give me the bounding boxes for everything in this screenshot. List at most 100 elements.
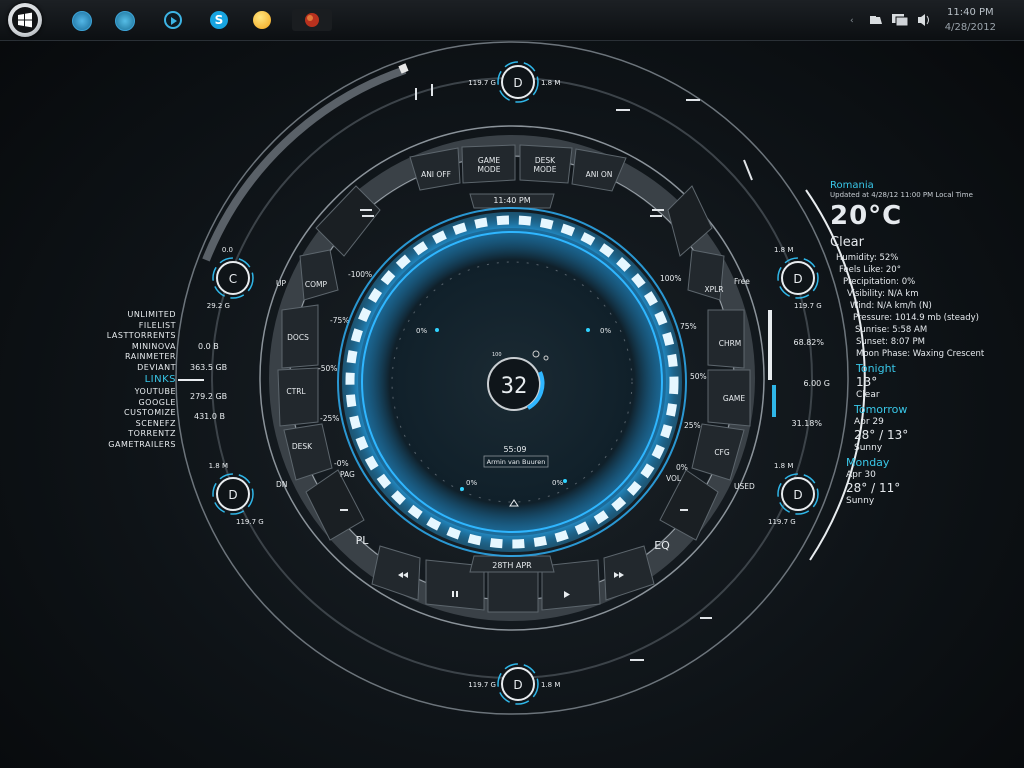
vol-label: VOL [666,474,682,483]
drive-c-top: 0.0 [222,246,233,254]
cfg-button[interactable]: CFG [714,448,730,457]
drive-c-bottom: 29.2 G [207,302,230,310]
drive-right-top[interactable]: D 1.8 M 119.7 G [774,246,822,310]
start-button[interactable] [8,3,42,37]
scale-left-75: -75% [330,316,349,325]
link-scenefz[interactable]: SCENEFZ [98,419,176,430]
weather-visibility: Visibility: N/A km [847,289,919,299]
link-filelist[interactable]: FILELIST [98,321,176,332]
scale-left-100: -100% [348,270,372,279]
messenger-smiley-icon[interactable] [253,11,271,29]
weather-tomorrow-date: Apr 29 [854,417,884,427]
weather-precipitation: Precipitation: 0% [843,277,916,287]
comp-button[interactable]: COMP [305,280,328,289]
link-lasttorrents[interactable]: LASTTORRENTS [98,331,176,342]
right-stat-3: 31.18% [791,419,822,428]
link-unlimited[interactable]: UNLIMITED [98,310,176,321]
drive-top-right: 1.8 M [541,79,560,87]
ctrl-button[interactable]: CTRL [286,387,306,396]
link-youtube[interactable]: YOUTUBE [98,387,176,398]
drive-right-top-bottom: 119.7 G [794,302,822,310]
drive-bottom-right: 1.8 M [541,681,560,689]
tray-expand-icon: ‹ [850,16,854,26]
window-icon[interactable] [115,11,135,31]
ani-on-button[interactable]: ANI ON [586,170,613,179]
eq-button[interactable]: EQ [654,539,670,552]
weather-temp: 20°C [830,201,903,231]
pag-label: PAG [340,470,355,479]
desk-button[interactable]: DESK [292,442,313,451]
drive-left-d[interactable]: D 1.8 M 119.7 G [209,462,264,526]
weather-condition: Clear [830,235,864,250]
link-gametrailers[interactable]: GAMETRAILERS [98,440,176,451]
drive-top[interactable]: D 119.7 G 1.8 M [468,61,560,103]
scale-right-100: 100% [660,274,681,283]
weather-feels-like: Feels Like: 20° [839,265,901,275]
ie-icon[interactable] [72,11,92,31]
skype-icon[interactable]: S [210,11,228,29]
dn-label[interactable]: DN [276,480,287,489]
desk-mode-button[interactable]: DESK MODE [534,156,557,174]
drive-bottom[interactable]: D 119.7 G 1.8 M [468,663,560,705]
weather-location[interactable]: Romania [830,180,1020,191]
ani-off-button[interactable]: ANI OFF [421,170,451,179]
weather-sunrise: Sunrise: 5:58 AM [855,325,928,335]
time-pill: 11:40 PM [469,193,555,209]
weather-humidity: Humidity: 52% [836,253,899,263]
link-deviant[interactable]: DEVIANT [98,363,176,374]
scale-left-25: -25% [320,414,339,423]
weather-tomorrow-cond: Sunny [854,443,883,453]
track-time: 55:09 [503,445,526,454]
links-panel: UNLIMITED FILELIST LASTTORRENTS MININOVA… [98,310,176,450]
scale-right-50: 50% [690,372,707,381]
hud-date: 28TH APR [492,561,532,570]
media-play-icon[interactable] [164,11,182,29]
system-tray: ‹ [848,0,938,40]
link-google[interactable]: GOOGLE [98,398,176,409]
drive-left-c[interactable]: C 0.0 29.2 G [207,246,254,310]
left-stat-3: 279.2 GB [190,392,228,401]
drive-right-top-letter: D [793,272,802,286]
scale-left-50: -50% [318,364,337,373]
drive-top-letter: D [513,76,522,90]
taskbar: S ‹ 11:40 PM 4/28/2012 [0,0,1024,41]
drive-bottom-letter: D [513,678,522,692]
xplr-button[interactable]: XPLR [704,285,723,294]
game-button[interactable]: GAME [723,394,745,403]
scale-right-0: 0% [676,463,688,472]
drive-right-bottom[interactable]: D 1.8 M 119.7 G [768,462,819,526]
drive-c-letter: C [229,272,237,286]
weather-updated: Updated at 4/28/12 11:00 PM Local Time [830,191,973,199]
drive-left-d-bottom: 119.7 G [236,518,264,526]
weather-sunset: Sunset: 8:07 PM [856,337,925,347]
right-stat-1: 68.82% [793,338,824,347]
taskbar-clock[interactable]: 11:40 PM 4/28/2012 [945,5,996,35]
inner-percent-tr: 0% [600,327,611,335]
pause-icon[interactable] [452,591,454,597]
clock-date: 4/28/2012 [944,22,996,33]
up-label[interactable]: UP [276,279,286,288]
link-rainmeter[interactable]: RAINMETER [98,352,176,363]
scale-right-25: 25% [684,421,701,430]
chrm-button[interactable]: CHRM [719,339,742,348]
game-mode-button[interactable]: GAME MODE [478,156,501,174]
track-artist: Armin van Buuren [487,458,546,466]
docs-button[interactable]: DOCS [287,333,309,342]
drive-right-top-top: 1.8 M [774,246,793,254]
link-customize[interactable]: CUSTOMIZE [98,408,176,419]
app-icon[interactable] [292,9,332,31]
drive-right-bottom-bottom: 119.7 G [768,518,796,526]
inner-percent-tl: 0% [416,327,427,335]
inner-percent-bl: 0% [466,479,477,487]
link-mininova[interactable]: MININOVA [98,342,176,353]
weather-tonight-cond: Clear [856,390,880,400]
link-torrentz[interactable]: TORRENTZ [98,429,176,440]
left-stat-1: 0.0 B [198,342,219,351]
used-label: USED [734,482,755,491]
date-pill: 28TH APR [469,555,555,573]
drive-left-d-letter: D [228,488,237,502]
drive-bottom-left: 119.7 G [468,681,496,689]
pl-button[interactable]: PL [356,534,370,547]
links-title: LINKS [144,374,176,385]
weather-tonight-temp: 13° [856,375,878,389]
